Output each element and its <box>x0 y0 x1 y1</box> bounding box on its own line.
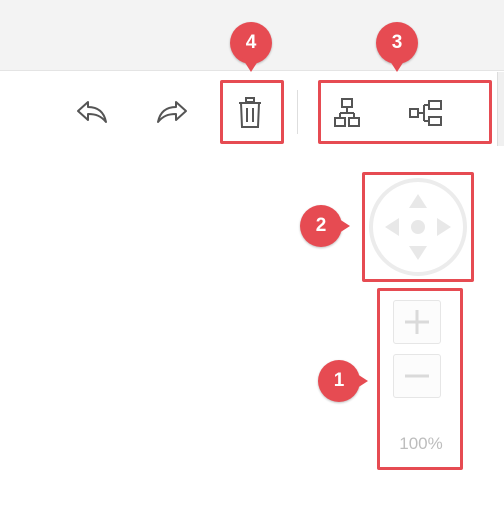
toolbar-divider <box>297 90 298 134</box>
highlight-navigator <box>362 172 474 282</box>
marker-2-label: 2 <box>315 215 327 236</box>
marker-3-pointer <box>388 58 406 72</box>
redo-icon <box>157 101 187 123</box>
redo-button[interactable] <box>150 92 194 132</box>
marker-4-pointer <box>242 58 260 72</box>
marker-4-label: 4 <box>245 32 257 53</box>
annotation-marker-2: 2 <box>300 205 350 247</box>
marker-1-pointer <box>354 372 368 390</box>
marker-3-label: 3 <box>391 32 403 53</box>
highlight-zoom <box>377 288 463 470</box>
annotation-marker-1: 1 <box>318 360 368 402</box>
annotation-marker-4: 4 <box>230 22 272 72</box>
highlight-delete <box>220 80 284 144</box>
annotation-marker-3: 3 <box>376 22 418 72</box>
right-scroll-edge <box>497 72 504 146</box>
undo-icon <box>77 101 107 123</box>
undo-button[interactable] <box>70 92 114 132</box>
highlight-layout <box>318 80 492 144</box>
marker-2-pointer <box>336 217 350 235</box>
marker-1-label: 1 <box>333 370 345 391</box>
